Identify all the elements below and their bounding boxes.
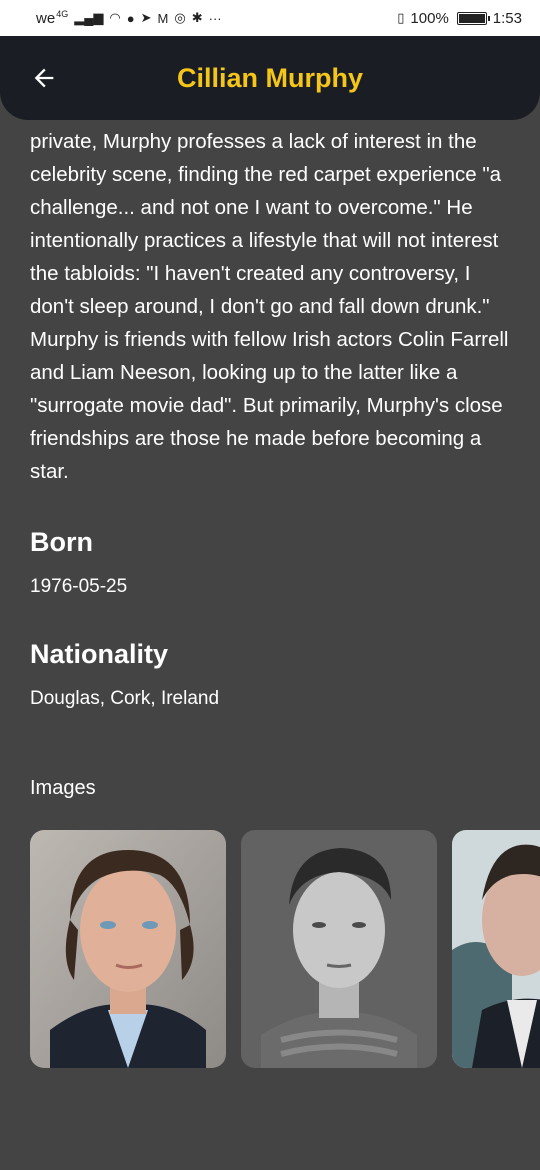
- back-button[interactable]: [26, 60, 62, 96]
- portrait-image-3: [452, 830, 540, 1068]
- nationality-heading: Nationality: [30, 639, 169, 669]
- born-value: 1976-05-25: [30, 576, 128, 597]
- battery-icon: [456, 11, 490, 25]
- image-card-3[interactable]: [452, 830, 540, 1068]
- wifi-icon: ◠: [109, 10, 121, 25]
- clock: 1:53: [492, 9, 522, 27]
- telegram-icon: ➤: [140, 10, 152, 25]
- image-card-1[interactable]: [30, 830, 226, 1068]
- detail-content[interactable]: private, Murphy professes a lack of inte…: [0, 120, 540, 1170]
- carrier-label: we: [36, 9, 56, 27]
- status-bar: we 4G ▂▄▆ ◠ ● ➤ M ◎ ✱ ··· ▯ 100% 1:53: [0, 0, 540, 36]
- nationality-value: Douglas, Cork, Ireland: [30, 688, 220, 709]
- gmail-icon: M: [157, 10, 169, 26]
- images-heading: Images: [30, 777, 96, 799]
- star-icon: ✱: [191, 10, 203, 25]
- app-icon: ◎: [174, 10, 186, 25]
- image-card-2[interactable]: [241, 830, 437, 1068]
- portrait-image-1: [30, 830, 226, 1068]
- born-heading: Born: [30, 527, 93, 557]
- status-left: we 4G ▂▄▆ ◠ ● ➤ M ◎ ✱ ···: [36, 9, 222, 27]
- biography-text: private, Murphy professes a lack of inte…: [30, 130, 509, 483]
- images-carousel[interactable]: [30, 830, 540, 1068]
- signal-icon: ▂▄▆: [74, 10, 104, 25]
- arrow-back-icon: [34, 68, 54, 88]
- vibrate-icon: ▯: [397, 10, 405, 25]
- app-bar: Cillian Murphy: [0, 36, 540, 120]
- portrait-image-2: [241, 830, 437, 1068]
- more-icon: ···: [208, 10, 222, 26]
- page-title: Cillian Murphy: [176, 62, 363, 93]
- battery-percent: 100%: [410, 9, 449, 27]
- network-type-icon: 4G: [56, 9, 69, 19]
- circle-icon: ●: [126, 10, 135, 26]
- status-right: ▯ 100% 1:53: [397, 10, 522, 27]
